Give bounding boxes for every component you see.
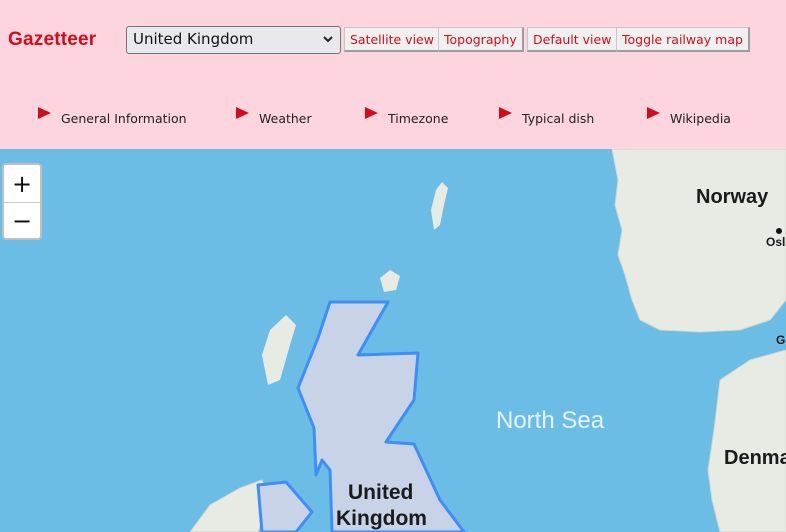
- topography-button[interactable]: Topography: [438, 27, 524, 52]
- tab-label: Wikipedia: [670, 110, 731, 126]
- header: Gazetteer United Kingdom Satellite view …: [0, 0, 786, 149]
- tab-typical-dish[interactable]: Typical dish: [499, 104, 594, 126]
- tab-label: Typical dish: [522, 110, 595, 126]
- chevron-down-icon: [323, 36, 333, 43]
- map-label-oslo: Oslo: [766, 235, 786, 249]
- zoom-control: + −: [2, 163, 42, 240]
- tab-label: Weather: [259, 110, 312, 126]
- play-icon: [38, 107, 51, 119]
- play-icon: [236, 107, 249, 119]
- map-label-g: G: [776, 333, 786, 347]
- map-label-united: United: [348, 481, 414, 504]
- oslo-marker: [776, 228, 782, 234]
- denmark-land: [707, 349, 786, 532]
- play-icon: [499, 107, 512, 119]
- orkney-land: [380, 270, 400, 292]
- shetland-land: [431, 182, 448, 230]
- zoom-in-button[interactable]: +: [4, 165, 40, 202]
- country-select[interactable]: United Kingdom: [126, 26, 341, 54]
- northern-ireland-highlight: [256, 480, 314, 532]
- map-label-north-sea: North Sea: [496, 407, 605, 434]
- default-view-button[interactable]: Default view: [527, 27, 619, 52]
- map-canvas[interactable]: Norway Oslo North Sea United Kingdom Den…: [0, 149, 786, 532]
- tab-weather[interactable]: Weather: [236, 104, 312, 126]
- tab-general-information[interactable]: General Information: [38, 104, 187, 126]
- map-label-kingdom: Kingdom: [336, 507, 427, 530]
- tab-label: General Information: [61, 110, 187, 126]
- tab-timezone[interactable]: Timezone: [365, 104, 448, 126]
- map-label-denmark: Denmark: [724, 447, 786, 469]
- tab-wikipedia[interactable]: Wikipedia: [647, 104, 731, 126]
- app-brand: Gazetteer: [8, 29, 97, 50]
- country-select-value: United Kingdom: [133, 30, 254, 48]
- zoom-out-button[interactable]: −: [4, 202, 40, 239]
- map-layer: [189, 149, 786, 532]
- tab-label: Timezone: [388, 110, 449, 126]
- play-icon: [365, 107, 378, 119]
- hebrides-land: [262, 315, 296, 385]
- map-label-norway: Norway: [696, 186, 769, 208]
- norway-land: [611, 149, 786, 333]
- play-icon: [647, 107, 660, 119]
- toggle-railway-button[interactable]: Toggle railway map: [616, 27, 750, 52]
- satellite-view-button[interactable]: Satellite view: [344, 27, 441, 52]
